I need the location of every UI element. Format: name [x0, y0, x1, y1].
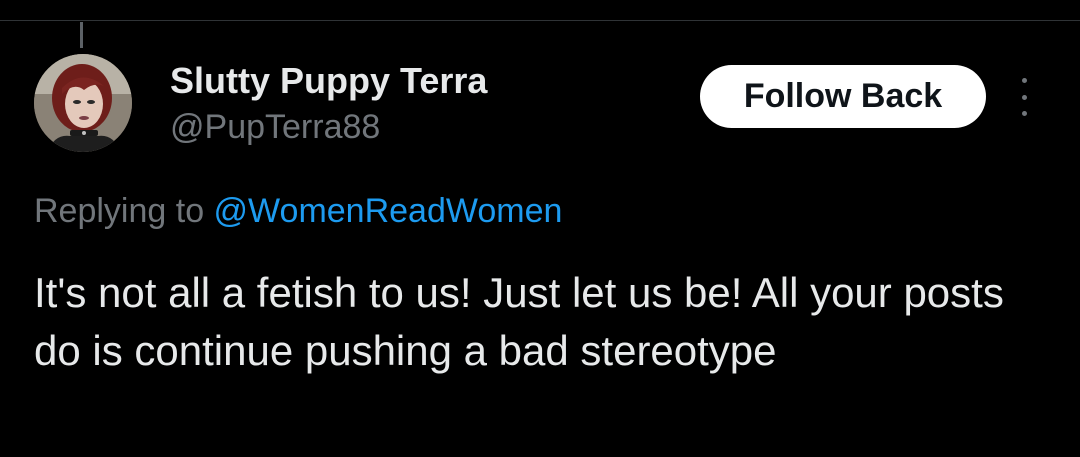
reply-mention-link[interactable]: @WomenReadWomen: [214, 192, 563, 230]
more-dot: [1021, 94, 1027, 100]
top-divider: [0, 20, 1080, 21]
thread-connector-line: [80, 22, 83, 48]
avatar[interactable]: [34, 54, 132, 152]
follow-back-button[interactable]: Follow Back: [700, 65, 986, 128]
more-dot: [1021, 111, 1027, 116]
author-handle[interactable]: @PupTerra88: [170, 108, 380, 147]
tweet-text: It's not all a fetish to us! Just let us…: [34, 269, 1004, 374]
avatar-image: [34, 54, 132, 152]
more-dot: [1021, 78, 1027, 83]
more-vertical-icon[interactable]: [1014, 78, 1034, 116]
author-display-name[interactable]: Slutty Puppy Terra: [170, 60, 487, 102]
replying-to-line: Replying to @WomenReadWomen: [34, 192, 562, 231]
replying-to-prefix: Replying to: [34, 192, 214, 230]
